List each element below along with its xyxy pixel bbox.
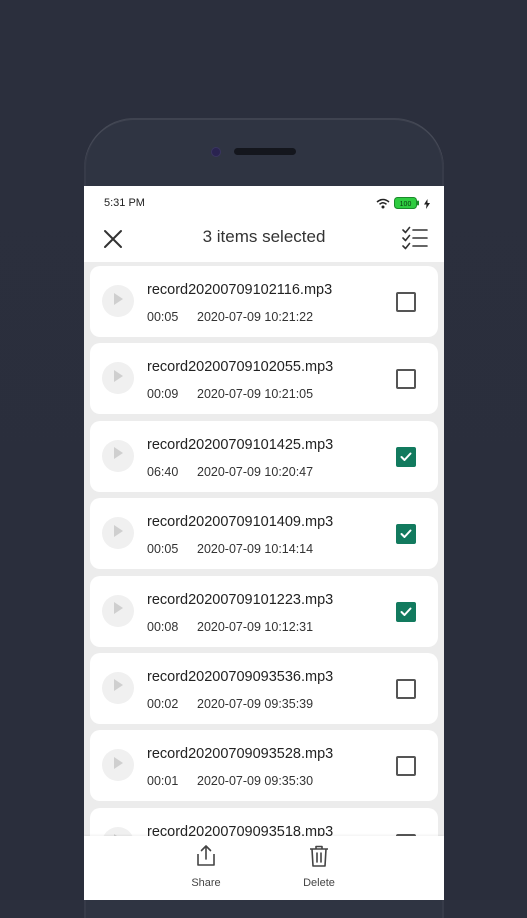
play-icon bbox=[112, 369, 124, 388]
play-icon bbox=[112, 756, 124, 775]
play-button[interactable] bbox=[102, 594, 134, 627]
wifi-icon bbox=[376, 196, 390, 214]
recording-meta: 00:01 2020-07-09 09:35:30 bbox=[147, 774, 313, 788]
share-button[interactable]: Share bbox=[176, 844, 236, 894]
recording-filename: record20200709101223.mp3 bbox=[147, 591, 334, 608]
recording-filename: record20200709101409.mp3 bbox=[147, 514, 334, 531]
select-all-button[interactable] bbox=[398, 224, 432, 256]
recording-duration: 06:40 bbox=[147, 464, 179, 479]
trash-icon bbox=[307, 844, 331, 873]
delete-button[interactable]: Delete bbox=[289, 844, 349, 894]
recording-datetime: 2020-07-09 10:12:31 bbox=[197, 619, 314, 634]
checkmark-icon bbox=[400, 607, 412, 616]
earpiece-speaker bbox=[234, 148, 296, 155]
recording-item[interactable]: record20200709093528.mp3 00:01 2020-07-09 … bbox=[90, 730, 438, 802]
status-time: 5:31 PM bbox=[104, 197, 145, 209]
recording-duration: 00:09 bbox=[147, 387, 179, 402]
status-bar: 5:31 PM 100 bbox=[84, 186, 444, 220]
recordings-list: record20200709102116.mp3 00:05 2020-07-09 … bbox=[90, 266, 438, 885]
play-button[interactable] bbox=[102, 749, 134, 782]
app-screen: 5:31 PM 100 3 items selected record20200… bbox=[84, 186, 444, 900]
recording-filename: record20200709102055.mp3 bbox=[147, 359, 334, 376]
recording-duration: 00:05 bbox=[147, 542, 179, 557]
recording-meta: 00:05 2020-07-09 10:21:22 bbox=[147, 310, 313, 324]
delete-label: Delete bbox=[303, 877, 335, 889]
recording-datetime: 2020-07-09 10:21:05 bbox=[197, 387, 314, 402]
bottom-action-bar: Share Delete bbox=[84, 836, 444, 900]
recording-duration: 00:08 bbox=[147, 619, 179, 634]
select-checkbox[interactable] bbox=[396, 292, 416, 312]
recording-meta: 06:40 2020-07-09 10:20:47 bbox=[147, 465, 313, 479]
checkmark-icon bbox=[400, 529, 412, 539]
page-title: 3 items selected bbox=[202, 227, 326, 246]
front-camera bbox=[212, 148, 220, 156]
status-icons: 100 bbox=[376, 196, 430, 214]
close-button[interactable] bbox=[98, 226, 128, 256]
recording-item[interactable]: record20200709101223.mp3 00:08 2020-07-09 … bbox=[90, 575, 438, 647]
play-icon bbox=[112, 524, 124, 543]
recording-item[interactable]: record20200709102055.mp3 00:09 2020-07-09 … bbox=[90, 343, 438, 415]
share-icon bbox=[194, 844, 218, 873]
battery-icon: 100 bbox=[394, 196, 420, 214]
recording-meta: 00:05 2020-07-09 10:14:14 bbox=[147, 542, 313, 556]
play-icon bbox=[112, 678, 124, 697]
play-icon bbox=[112, 292, 124, 311]
recording-meta: 00:08 2020-07-09 10:12:31 bbox=[147, 620, 313, 634]
recording-filename: record20200709093528.mp3 bbox=[147, 746, 334, 763]
select-checkbox[interactable] bbox=[396, 524, 416, 545]
checklist-icon bbox=[402, 226, 428, 255]
lightning-icon bbox=[424, 196, 430, 214]
recording-item[interactable]: record20200709102116.mp3 00:05 2020-07-09 … bbox=[90, 266, 438, 337]
select-checkbox[interactable] bbox=[396, 756, 416, 777]
recording-duration: 00:05 bbox=[147, 310, 179, 324]
recording-filename: record20200709093536.mp3 bbox=[147, 668, 334, 685]
select-checkbox[interactable] bbox=[396, 446, 416, 467]
recording-item[interactable]: record20200709101409.mp3 00:05 2020-07-09 … bbox=[90, 498, 438, 570]
play-button[interactable] bbox=[102, 517, 134, 550]
recording-filename: record20200709101425.mp3 bbox=[147, 436, 334, 453]
close-icon bbox=[103, 229, 123, 254]
recording-duration: 00:02 bbox=[147, 696, 179, 711]
play-button[interactable] bbox=[102, 285, 134, 317]
recording-item[interactable]: record20200709093536.mp3 00:02 2020-07-09 … bbox=[90, 652, 438, 724]
play-button[interactable] bbox=[102, 362, 134, 395]
play-button[interactable] bbox=[102, 671, 134, 704]
battery-level: 100 bbox=[400, 201, 412, 208]
app-bar: 3 items selected bbox=[84, 220, 444, 262]
recording-datetime: 2020-07-09 10:14:14 bbox=[197, 542, 314, 557]
recording-item[interactable]: record20200709101425.mp3 06:40 2020-07-09 … bbox=[90, 420, 438, 492]
share-label: Share bbox=[191, 877, 221, 889]
play-icon bbox=[112, 446, 124, 465]
recording-datetime: 2020-07-09 10:20:47 bbox=[197, 464, 314, 479]
recording-datetime: 2020-07-09 09:35:30 bbox=[197, 774, 314, 789]
recording-duration: 00:01 bbox=[147, 774, 179, 789]
play-button[interactable] bbox=[102, 439, 134, 472]
play-icon bbox=[112, 601, 124, 620]
recording-meta: 00:09 2020-07-09 10:21:05 bbox=[147, 387, 313, 401]
select-checkbox[interactable] bbox=[396, 678, 416, 699]
select-checkbox[interactable] bbox=[396, 369, 416, 390]
recording-filename: record20200709102116.mp3 bbox=[147, 282, 333, 298]
recording-datetime: 2020-07-09 10:21:22 bbox=[197, 310, 314, 324]
recording-meta: 00:02 2020-07-09 09:35:39 bbox=[147, 697, 313, 711]
recording-datetime: 2020-07-09 09:35:39 bbox=[197, 696, 314, 711]
select-checkbox[interactable] bbox=[396, 601, 416, 622]
checkmark-icon bbox=[400, 452, 412, 461]
